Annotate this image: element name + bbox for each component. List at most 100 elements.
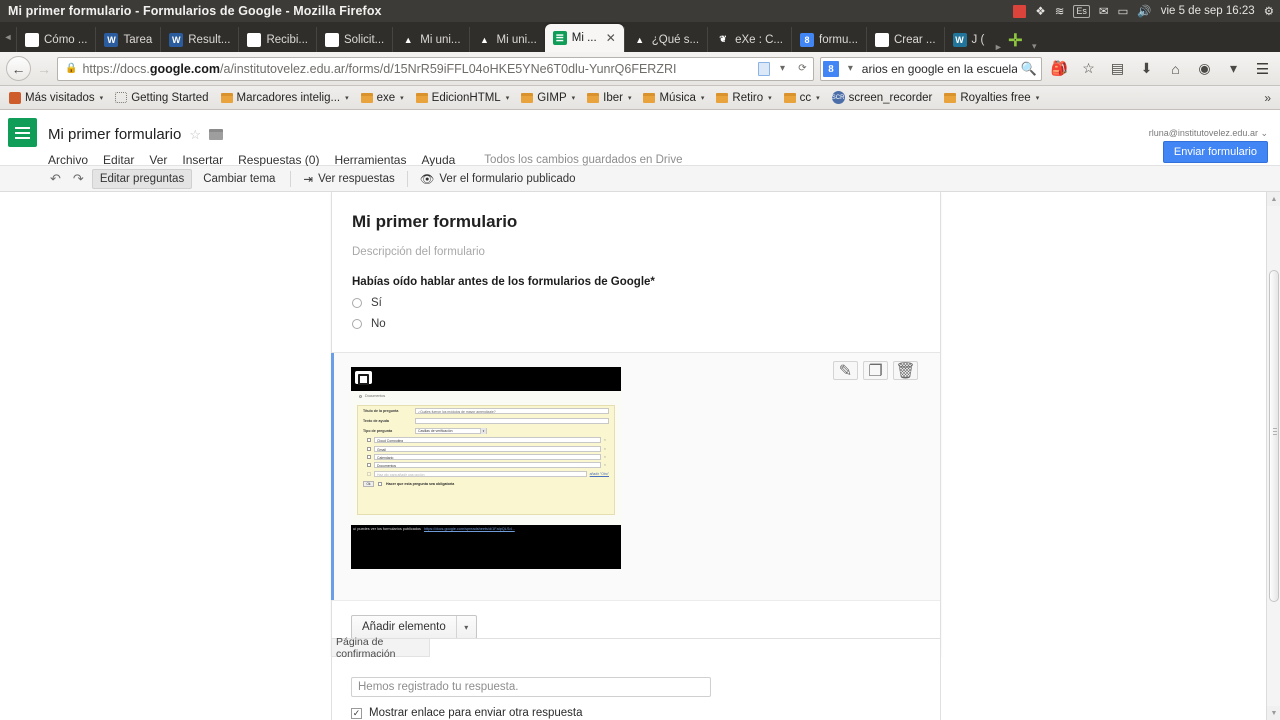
search-engine-icon[interactable]: 8 [823, 60, 839, 77]
chevron-down-icon[interactable]: ▾ [768, 94, 772, 102]
close-icon[interactable]: ✕ [606, 31, 616, 45]
google-forms-logo-icon[interactable] [8, 118, 37, 147]
volume-icon[interactable]: 🔊 [1137, 4, 1151, 18]
chevron-down-icon[interactable]: ▾ [455, 616, 476, 638]
clock[interactable]: vie 5 de sep 16:23 [1161, 5, 1255, 17]
page-scrollbar[interactable]: ▲ ▼ [1266, 192, 1280, 720]
bookmark-item[interactable]: SCR screen_recorder [827, 90, 938, 105]
confirmation-message-input[interactable]: Hemos registrado tu respuesta. [351, 677, 711, 697]
menu-item-ayuda[interactable]: Ayuda [421, 153, 455, 167]
browser-tab[interactable]: ❦ eXe : C... [707, 27, 791, 52]
bookmark-star-icon[interactable]: ☆ [1077, 57, 1100, 81]
confirmation-page-tab[interactable]: Página de confirmación [332, 636, 430, 660]
scroll-up-arrow-icon[interactable]: ▲ [1267, 192, 1280, 206]
folder-icon[interactable] [209, 129, 224, 140]
reload-icon[interactable]: ⟳ [795, 63, 810, 74]
chevron-down-icon[interactable]: ▾ [345, 94, 349, 102]
radio-option-no[interactable]: No [352, 318, 940, 330]
search-icon[interactable]: 🔍 [1021, 61, 1037, 77]
view-responses-button[interactable]: ⇥ Ver respuestas [299, 172, 398, 186]
browser-tab-active[interactable]: ☰ Mi ... ✕ [544, 24, 624, 52]
form-description[interactable]: Descripción del formulario [332, 232, 940, 258]
menu-item-archivo[interactable]: Archivo [48, 153, 88, 167]
search-bar[interactable]: 8 ▾ arios en google en la escuela 🔍 [820, 56, 1042, 81]
view-published-form-button[interactable]: 👁 Ver el formulario publicado [416, 172, 580, 186]
browser-tab[interactable]: W Tarea [95, 27, 160, 52]
send-form-button[interactable]: Enviar formulario [1162, 141, 1268, 163]
chevron-down-icon[interactable]: ▾ [1036, 94, 1040, 102]
browser-tab[interactable]: ✉ Recibi... [238, 27, 316, 52]
reader-mode-icon[interactable] [758, 61, 770, 76]
menu-item-herramientas[interactable]: Herramientas [334, 153, 406, 167]
chevron-down-icon[interactable]: ▾ [701, 94, 705, 102]
menu-item-respuestas[interactable]: Respuestas (0) [238, 153, 319, 167]
star-icon[interactable]: ☆ [189, 127, 201, 143]
video-thumbnail[interactable]: Documentos Título de la pregunta ¿Cuáles… [351, 367, 621, 569]
screenshot-icon[interactable]: ◉ [1193, 57, 1216, 81]
tab-scroll-left-icon[interactable]: ◄ [0, 22, 16, 52]
bookmark-item[interactable]: Getting Started [110, 91, 213, 105]
tab-scroll-right-icon[interactable]: ► [992, 42, 1004, 52]
edit-pencil-icon[interactable]: ✎ [833, 361, 858, 380]
wifi-icon[interactable]: ≋ [1055, 4, 1065, 18]
menu-item-ver[interactable]: Ver [149, 153, 167, 167]
bookmark-item[interactable]: EdicionHTML ▾ [411, 91, 515, 105]
duplicate-icon[interactable]: ❐ [863, 361, 888, 380]
radio-icon[interactable] [352, 298, 362, 308]
chevron-down-icon[interactable]: ▾ [628, 94, 632, 102]
overflow-caret-icon[interactable]: ▾ [1222, 57, 1245, 81]
browser-tab[interactable]: ✉ Solicit... [315, 27, 392, 52]
menu-item-editar[interactable]: Editar [103, 153, 134, 167]
menu-hamburger-icon[interactable]: ☰ [1251, 57, 1274, 81]
browser-tab[interactable]: ▲ Mi uni... [392, 27, 468, 52]
browser-tab[interactable]: ▲ ¿Qué s... [623, 27, 707, 52]
form-heading[interactable]: Mi primer formulario [332, 192, 940, 232]
chevron-down-icon[interactable]: ▾ [400, 94, 404, 102]
bookmark-item[interactable]: Más visitados ▾ [4, 91, 108, 105]
tab-edit-questions[interactable]: Editar preguntas [91, 168, 193, 189]
sidebar-icon[interactable]: ▤ [1106, 57, 1129, 81]
bookmark-item[interactable]: cc ▾ [779, 91, 825, 105]
battery-icon[interactable]: ▭ [1117, 4, 1128, 18]
radio-option-si[interactable]: Sí [352, 297, 940, 309]
search-input[interactable]: arios en google en la escuela [862, 62, 1017, 76]
browser-tab[interactable]: ▲ Mi uni... [468, 27, 545, 52]
browser-tab[interactable]: G Cómo ... [16, 27, 95, 52]
search-engine-caret-icon[interactable]: ▾ [843, 63, 858, 74]
browser-tab[interactable]: 8 formu... [791, 27, 866, 52]
confirmation-checkbox-row[interactable]: ✓ Mostrar enlace para enviar otra respue… [351, 707, 583, 719]
question-block[interactable]: Habías oído hablar antes de los formular… [332, 258, 940, 352]
menu-item-insertar[interactable]: Insertar [182, 153, 223, 167]
url-bar[interactable]: 🔒 https://docs.google.com/a/institutovel… [57, 56, 814, 81]
bookmark-dropdown-icon[interactable]: ▾ [775, 63, 790, 74]
back-button[interactable]: ← [6, 56, 31, 81]
bookmark-item[interactable]: Royalties free ▾ [939, 91, 1044, 105]
mail-icon[interactable]: ✉ [1099, 4, 1109, 18]
downloads-icon[interactable]: ⬇ [1135, 57, 1158, 81]
dropbox-icon[interactable]: ❖ [1035, 4, 1045, 18]
bookmark-item[interactable]: GIMP ▾ [516, 91, 580, 105]
keyboard-layout-indicator[interactable]: Es [1073, 4, 1090, 18]
chevron-down-icon[interactable]: ▾ [572, 94, 576, 102]
bookmark-item[interactable]: Música ▾ [638, 91, 709, 105]
account-email[interactable]: rluna@institutovelez.edu.ar ⌄ [1149, 128, 1268, 139]
redo-icon[interactable]: ↷ [69, 171, 88, 187]
browser-tab[interactable]: W J ( [943, 27, 993, 52]
browser-tab[interactable]: ▦ Crear ... [865, 27, 944, 52]
home-icon[interactable]: ⌂ [1164, 57, 1187, 81]
tab-list-menu-icon[interactable]: ▾ [1026, 41, 1042, 52]
scroll-down-arrow-icon[interactable]: ▼ [1267, 706, 1280, 720]
undo-icon[interactable]: ↶ [46, 171, 65, 187]
addon-icon[interactable]: 🎒 [1048, 57, 1071, 81]
bookmark-item[interactable]: Iber ▾ [582, 91, 636, 105]
checkbox-icon[interactable]: ✓ [351, 707, 362, 719]
radio-icon[interactable] [352, 319, 362, 329]
tab-change-theme[interactable]: Cambiar tema [196, 170, 282, 188]
trash-icon[interactable]: 🗑 [893, 361, 918, 380]
scrollbar-thumb[interactable] [1269, 270, 1279, 602]
bookmark-item[interactable]: Marcadores intelig... ▾ [216, 91, 354, 105]
bookmark-item[interactable]: exe ▾ [356, 91, 409, 105]
new-tab-button[interactable]: ✛ [1004, 30, 1026, 52]
form-title[interactable]: Mi primer formulario [48, 126, 181, 143]
chevron-down-icon[interactable]: ▾ [100, 94, 104, 102]
